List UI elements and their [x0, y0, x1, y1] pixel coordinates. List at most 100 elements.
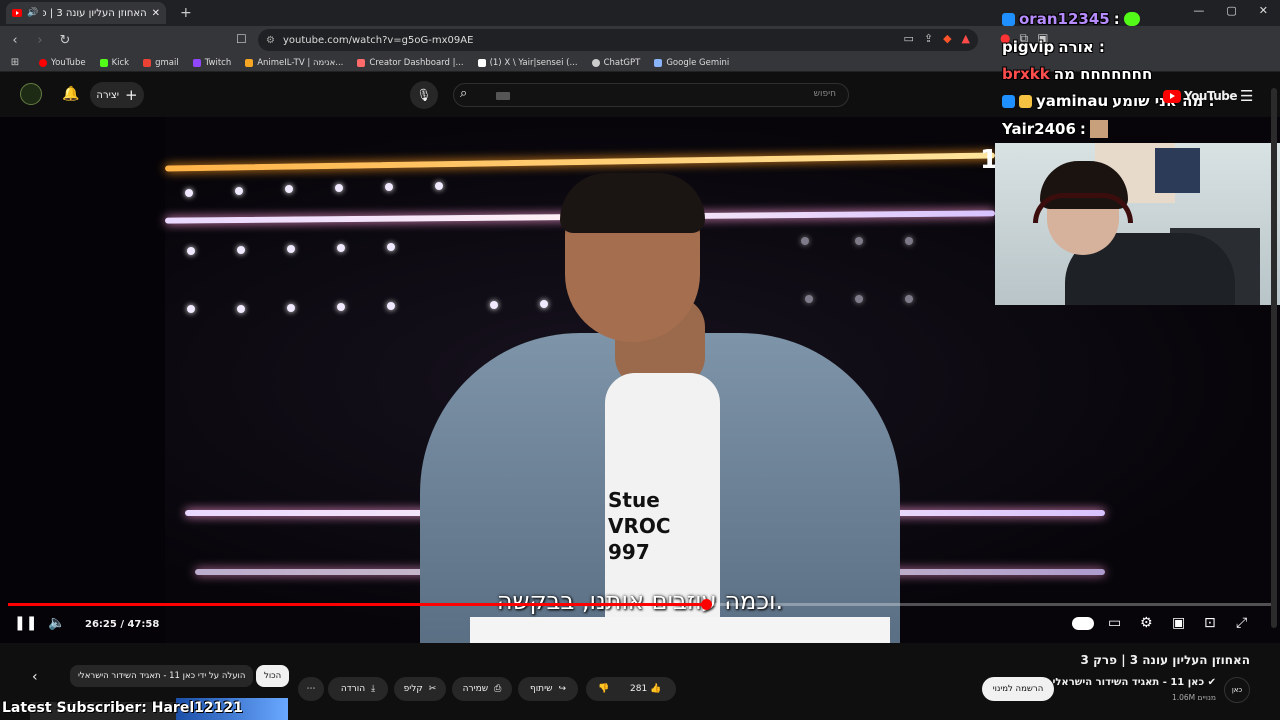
bookmark-icon: ⎙ [494, 684, 502, 694]
bookmark-creator-dashboard[interactable]: Creator Dashboard |... [357, 58, 464, 68]
crown-badge-icon [1019, 94, 1032, 108]
cast-icon[interactable]: ⊡ [1204, 615, 1216, 631]
bookmark-x[interactable]: (1) X \ Yair|sensei (... [477, 58, 578, 68]
channel-name[interactable]: כאן 11 - תאגיד השידור הישראלי ✔ [1052, 677, 1216, 688]
browser-tab-active[interactable]: 🔊 האחוזן העליון עונה 3 | פרק 3 ✕ [6, 2, 166, 24]
stage-light [387, 243, 395, 251]
dislike-icon[interactable]: 👎 [598, 684, 609, 694]
bookmark-twitch[interactable]: Twitch [192, 58, 231, 68]
forward-button[interactable]: › [30, 33, 50, 48]
maximize-button[interactable]: ▢ [1226, 4, 1236, 17]
plus-icon: + [125, 86, 138, 104]
url-text: youtube.com/watch?v=g5oG-mx09AE [282, 34, 474, 46]
bookmark-star-icon[interactable]: ☐ [236, 32, 247, 46]
stage-light [187, 247, 195, 255]
stage-light [905, 295, 913, 303]
bookmark-kick[interactable]: Kick [99, 58, 129, 68]
scrollbar[interactable] [1271, 88, 1277, 628]
hair [560, 173, 705, 233]
notifications-bell-icon[interactable]: 🔔 [62, 86, 79, 102]
scissors-icon: ✂ [428, 684, 437, 694]
pause-button[interactable]: ❚❚ [14, 615, 37, 631]
chat-message: pigvip אורה : [1002, 38, 1105, 56]
create-button[interactable]: יצירה + [90, 82, 144, 108]
chevron-left-icon[interactable]: ‹ [32, 669, 38, 685]
share-button[interactable]: שיתוף ↪ [518, 677, 578, 701]
host-figure: Stue VROC 997 [420, 173, 900, 643]
like-icon[interactable]: 👍 [650, 684, 661, 694]
apps-grid-icon[interactable]: ⊞ [5, 57, 25, 68]
progress-fill [8, 603, 706, 606]
stage-light [337, 244, 345, 252]
new-tab-button[interactable]: + [180, 5, 192, 21]
stage-light [185, 189, 193, 197]
stage-light [287, 245, 295, 253]
autoplay-toggle[interactable] [1072, 617, 1094, 630]
account-avatar[interactable] [20, 83, 42, 105]
reload-button[interactable]: ↻ [55, 33, 75, 48]
bookmark-gmail[interactable]: gmail [143, 58, 179, 68]
stage-light [235, 187, 243, 195]
verified-icon: ✔ [1207, 677, 1216, 688]
youtube-logo[interactable]: YouTube [1163, 89, 1238, 103]
chat-emote-icon [1123, 12, 1140, 26]
theater-mode-icon[interactable]: ▣ [1172, 615, 1185, 631]
install-icon[interactable]: ▭ [903, 32, 913, 45]
bookmark-chatgpt[interactable]: ChatGPT [591, 58, 640, 68]
search-input[interactable]: ⌕ חיפוש [453, 83, 849, 107]
brave-shield-icon[interactable]: ◆ [943, 32, 951, 45]
stage-light [287, 304, 295, 312]
bookmark-animeil[interactable]: AnimeIL-TV | אנימה... [245, 58, 343, 68]
avatar-emote-icon [1089, 120, 1108, 138]
subtitles-icon[interactable]: ▭ [1108, 615, 1121, 631]
menu-icon[interactable]: ☰ [1240, 87, 1253, 105]
save-button[interactable]: שמירה ⎙ [452, 677, 512, 701]
brave-rewards-icon[interactable]: ▲ [962, 32, 970, 45]
microphone-icon: 🎙 [416, 88, 432, 102]
like-dislike-buttons: 👎 281 👍 [586, 677, 676, 701]
chat-message: oran12345: [1002, 10, 1140, 28]
neon-light-bar [165, 152, 995, 172]
share-icon[interactable]: ⇪ [924, 32, 933, 45]
close-window-button[interactable]: ✕ [1259, 4, 1268, 17]
site-settings-icon[interactable]: ⚙ [266, 35, 275, 46]
stage-light [905, 237, 913, 245]
wall-poster [1155, 148, 1200, 193]
download-button[interactable]: הורדה ⤓ [328, 677, 388, 701]
search-icon[interactable]: ⌕ [460, 86, 467, 101]
volume-icon[interactable]: 🔈 [48, 615, 65, 631]
chip-all[interactable]: הכול [256, 665, 290, 687]
minimize-button[interactable]: — [1193, 4, 1204, 17]
close-tab-icon[interactable]: ✕ [152, 8, 160, 19]
progress-bar[interactable] [8, 599, 1272, 610]
speaker-icon[interactable]: 🔊 [27, 8, 38, 18]
keyboard-icon[interactable] [496, 92, 510, 100]
stage-light [385, 183, 393, 191]
headphones [1033, 193, 1133, 223]
more-actions-button[interactable]: ⋯ [298, 677, 324, 701]
video-title: האחוזן העליון עונה 3 | פרק 3 [1080, 653, 1250, 667]
search-placeholder: חיפוש [813, 89, 836, 99]
fullscreen-icon[interactable]: ⤢ [1236, 615, 1247, 631]
bookmark-gemini[interactable]: Google Gemini [654, 58, 729, 68]
address-bar[interactable]: ⚙ youtube.com/watch?v=g5oG-mx09AE ▭ ⇪ ◆ … [258, 29, 978, 51]
chip-uploaded-by[interactable]: הועלה על ידי כאן 11 - תאגיד השידור הישרא… [70, 665, 254, 687]
window-controls: — ▢ ✕ [1193, 4, 1280, 17]
channel-avatar[interactable]: כאן [1224, 677, 1250, 703]
back-button[interactable]: ‹ [5, 33, 25, 48]
stage-light [187, 305, 195, 313]
subscriber-count: 1.06M מנויים [1171, 693, 1216, 702]
scrubber-handle[interactable] [700, 599, 712, 610]
latest-subscriber-overlay: Latest Subscriber: Harel12121 [2, 700, 243, 716]
stage-light [237, 305, 245, 313]
tab-title: האחוזן העליון עונה 3 | פרק 3 [43, 7, 147, 19]
bookmark-youtube[interactable]: YouTube [39, 58, 86, 68]
clip-button[interactable]: קליפ ✂ [394, 677, 446, 701]
settings-gear-icon[interactable]: ⚙ [1140, 615, 1153, 631]
subscribe-button[interactable]: הרשמה למינוי [982, 677, 1054, 701]
chat-message: Yair2406 : [1002, 120, 1108, 138]
streamer-webcam [995, 143, 1280, 305]
stage-light [387, 302, 395, 310]
verified-badge-icon [1002, 12, 1015, 26]
voice-search-button[interactable]: 🎙 [410, 81, 438, 109]
